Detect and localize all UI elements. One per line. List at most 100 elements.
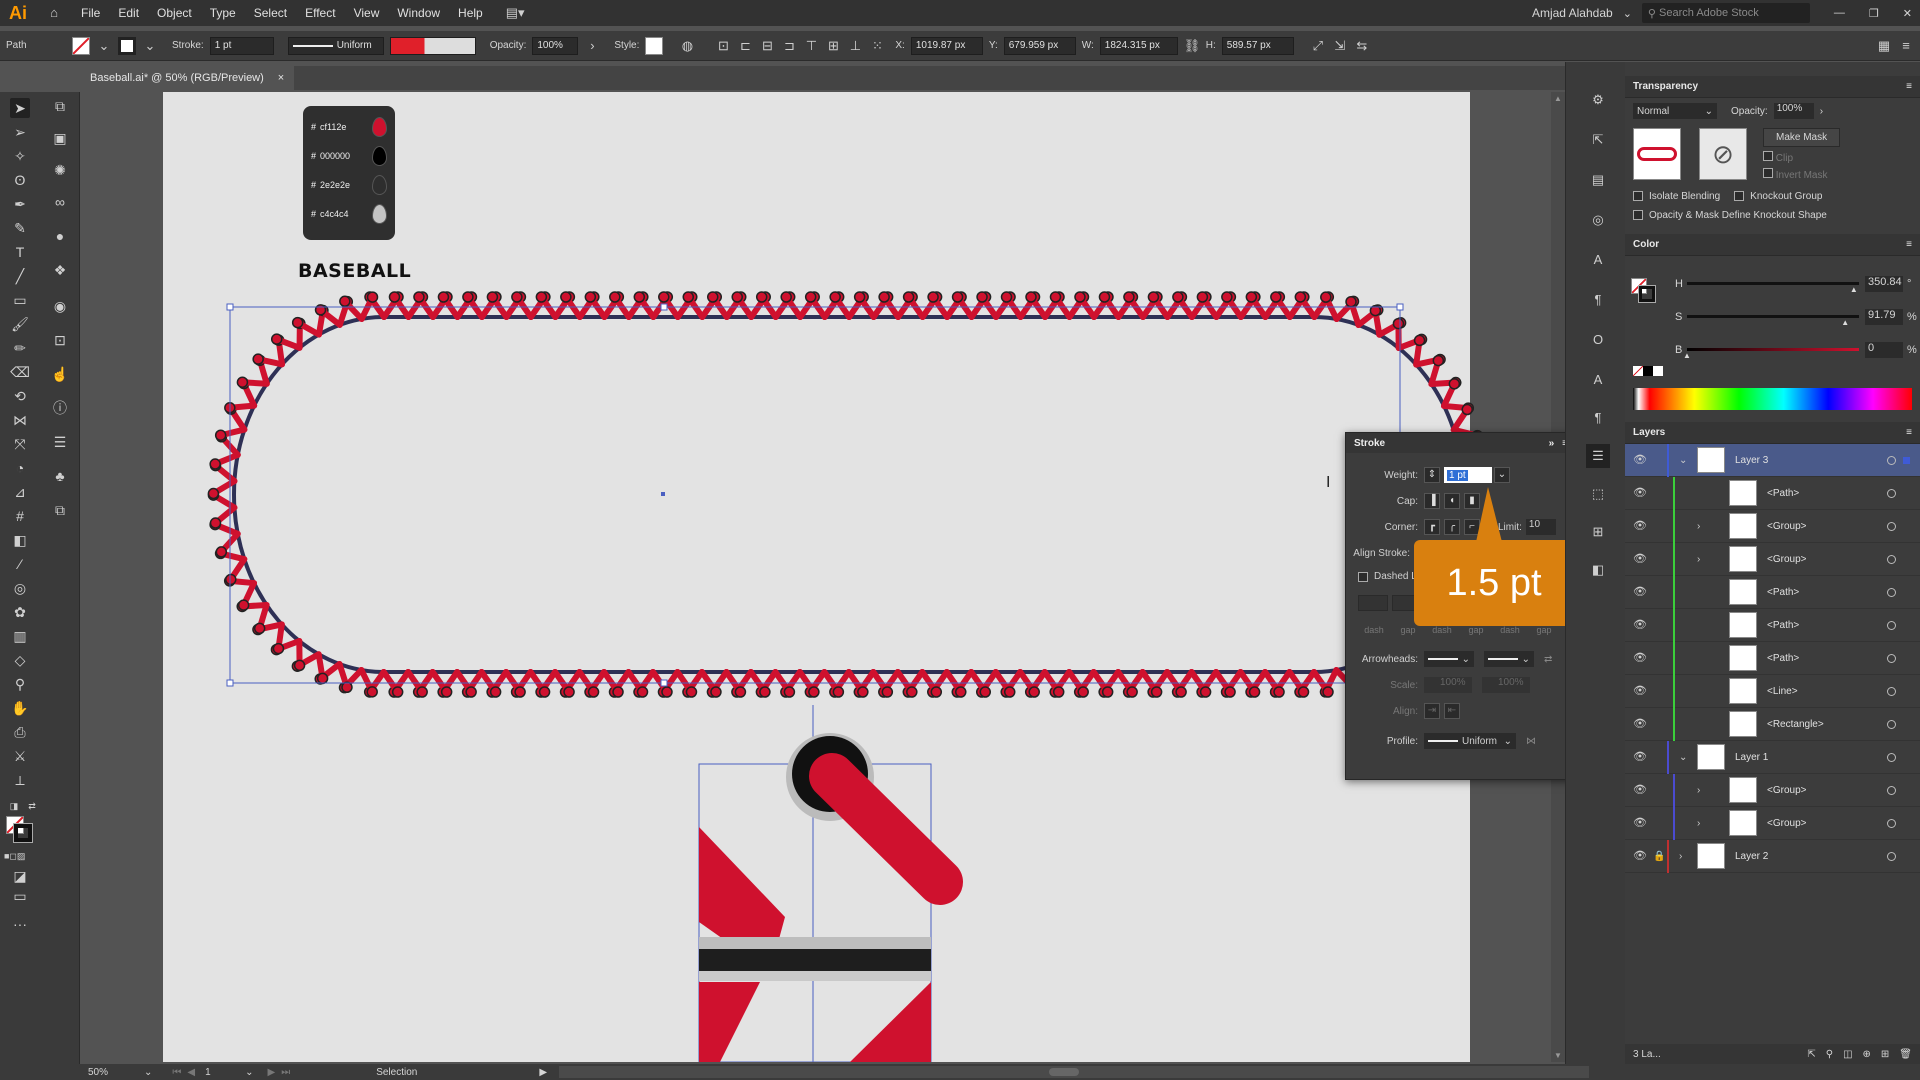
target-circle-icon[interactable] (1887, 719, 1896, 729)
visibility-eye-icon[interactable]: 👁 (1633, 784, 1647, 796)
invert-mask-checkbox[interactable] (1763, 168, 1773, 178)
scale-tool-icon[interactable]: ⊡ (50, 330, 70, 350)
chevron-right-icon[interactable]: › (1697, 818, 1700, 829)
target-circle-icon[interactable] (1887, 521, 1896, 531)
link-tool-icon[interactable]: ∞ (50, 192, 70, 212)
arrow-align-end-button[interactable]: ⇤ (1444, 703, 1460, 719)
weight-stepper[interactable]: ⇕ (1424, 467, 1440, 483)
chevron-right-icon[interactable]: › (1820, 106, 1823, 117)
slider-thumb-icon[interactable]: ▲ (1683, 351, 1691, 360)
type-tool-icon[interactable]: T (10, 242, 30, 262)
target-circle-icon[interactable] (1887, 620, 1896, 630)
layer-row[interactable]: 👁 <Rectangle> (1625, 708, 1920, 741)
layer-name[interactable]: <Rectangle> (1767, 719, 1824, 730)
puppet-warp-icon[interactable]: ⇆ (1354, 38, 1370, 54)
channel-slider[interactable] (1687, 315, 1859, 318)
chevron-right-icon[interactable]: › (1697, 521, 1700, 532)
status-arrow-icon[interactable]: ▶ (539, 1067, 547, 1078)
chevron-down-icon[interactable]: ⌄ (1679, 455, 1687, 466)
blend-mode-select[interactable]: Normal ⌄ (1633, 103, 1717, 119)
isolate-blending-checkbox[interactable] (1633, 191, 1643, 201)
free-transform-icon[interactable]: ⤧ (10, 434, 30, 454)
menu-item-effect[interactable]: Effect (296, 6, 344, 20)
profile-select[interactable]: Uniform ⌄ (1424, 733, 1516, 749)
channel-value[interactable]: 0 (1865, 342, 1903, 358)
character-icon[interactable]: A (1590, 252, 1606, 268)
menu-item-object[interactable]: Object (148, 6, 201, 20)
visibility-eye-icon[interactable]: 👁 (1633, 619, 1647, 631)
visibility-eye-icon[interactable]: 👁 (1633, 553, 1647, 565)
layer-row[interactable]: 👁 <Path> (1625, 576, 1920, 609)
magic-wand-icon[interactable]: ✧ (10, 146, 30, 166)
new-layer-icon[interactable]: ⊞ (1881, 1049, 1889, 1060)
panel-menu-icon[interactable]: ≡ (1906, 239, 1912, 250)
width-tool-icon[interactable]: ⋈ (10, 410, 30, 430)
shaper-tool-icon[interactable]: ✏ (10, 338, 30, 358)
chevron-down-icon[interactable]: ⌄ (1623, 7, 1632, 20)
butt-cap-button[interactable]: ▐ (1424, 493, 1440, 509)
close-tab-icon[interactable]: × (278, 72, 284, 84)
layer-name[interactable]: <Group> (1767, 521, 1806, 532)
target-circle-icon[interactable] (1887, 818, 1896, 828)
first-artboard-icon[interactable]: ⏮ (172, 1067, 181, 1078)
canvas-area[interactable]: # cf112e #000000 #2e2e2e # c4c4c4 BASEBALL ▲ ▼ (80, 92, 1565, 1062)
stroke-weight-field[interactable]: 1 pt (209, 36, 274, 55)
make-mask-button[interactable]: Make Mask (1763, 128, 1841, 147)
pathfinder-icon[interactable]: ⊞ (1590, 524, 1606, 540)
mask-thumbnail[interactable] (1633, 128, 1681, 180)
transform-icon[interactable]: ⇲ (1332, 38, 1348, 54)
mesh-tool-icon[interactable]: # (10, 506, 30, 526)
default-colors-icon[interactable]: ◨ (4, 796, 24, 816)
panel-menu-icon[interactable]: ≡ (1906, 427, 1912, 438)
prev-artboard-icon[interactable]: ◀ (187, 1067, 195, 1078)
lasso-tool-icon[interactable]: ʘ (10, 170, 30, 190)
visibility-eye-icon[interactable]: 👁 (1633, 652, 1647, 664)
scale-end-field[interactable]: 100% (1482, 677, 1530, 693)
column-graph-tool-icon[interactable]: ▥ (10, 626, 30, 646)
rectangle-tool-icon[interactable]: ▭ (10, 290, 30, 310)
layer-name[interactable]: Layer 3 (1735, 455, 1768, 466)
layer-row[interactable]: 👁 <Path> (1625, 477, 1920, 510)
touch-icon[interactable]: ☝ (50, 364, 70, 384)
symbol-sprayer-tool-icon[interactable]: ✿ (10, 602, 30, 622)
isolate-icon[interactable]: ⤢ (1310, 38, 1326, 54)
layer-name[interactable]: <Path> (1767, 653, 1799, 664)
globe-icon[interactable]: ◉ (50, 296, 70, 316)
align-panel-icon[interactable]: ☰ (50, 432, 70, 452)
zoom-dropdown-icon[interactable]: ⌄ (144, 1067, 152, 1078)
screen-mode-icon[interactable]: ▭ (10, 886, 30, 906)
last-artboard-icon[interactable]: ⏭ (281, 1067, 290, 1078)
zoom-level[interactable]: 50% (88, 1067, 144, 1078)
gradient-tool-icon[interactable]: ◧ (10, 530, 30, 550)
recolor-icon[interactable]: ◍ (679, 38, 695, 54)
layer-name[interactable]: <Path> (1767, 620, 1799, 631)
hand-tool-icon[interactable]: ✋ (10, 698, 30, 718)
symbol-icon[interactable]: ❖ (50, 260, 70, 280)
curvature-tool-icon[interactable]: ✎ (10, 218, 30, 238)
new-sublayer-icon[interactable]: ⊕ (1863, 1049, 1871, 1060)
zoom-tool-icon[interactable]: ⚲ (10, 674, 30, 694)
layer-name[interactable]: <Line> (1767, 686, 1798, 697)
target-circle-icon[interactable] (1887, 785, 1896, 795)
chevron-down-icon[interactable]: ⌄ (1679, 752, 1687, 763)
info-icon[interactable]: ⓘ (50, 398, 70, 418)
chevron-right-icon[interactable]: › (1697, 785, 1700, 796)
eyedropper-tool-icon[interactable]: ⁄ (10, 554, 30, 574)
visibility-eye-icon[interactable]: 👁 (1633, 454, 1647, 466)
chevron-right-icon[interactable]: › (1679, 851, 1682, 862)
opacity-mask-checkbox[interactable] (1633, 210, 1643, 220)
layer-row[interactable]: 👁 🔒 › Layer 2 (1625, 840, 1920, 873)
layer-row[interactable]: 👁 <Path> (1625, 642, 1920, 675)
target-circle-icon[interactable] (1887, 653, 1896, 663)
align-middle-icon[interactable]: ⊞ (825, 38, 841, 54)
height-field[interactable]: 589.57 px (1221, 36, 1294, 55)
baseball-artwork[interactable] (80, 92, 1565, 1062)
weight-dropdown[interactable]: ⌄ (1494, 467, 1510, 483)
layer-name[interactable]: Layer 2 (1735, 851, 1768, 862)
align-to-icon[interactable]: ⊡ (715, 38, 731, 54)
visibility-eye-icon[interactable]: 👁 (1633, 487, 1647, 499)
fill-dropdown-icon[interactable]: ⌄ (96, 38, 112, 54)
visibility-eye-icon[interactable]: 👁 (1633, 751, 1647, 763)
swap-arrowheads-icon[interactable]: ⇄ (1544, 654, 1552, 665)
empty-mask-thumbnail[interactable]: ⊘ (1699, 128, 1747, 180)
